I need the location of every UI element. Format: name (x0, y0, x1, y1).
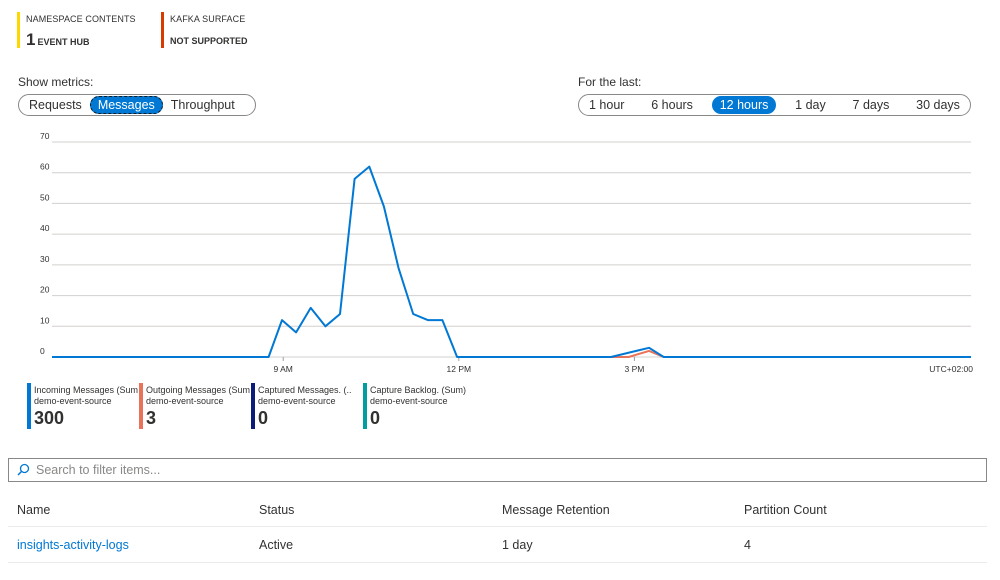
summary-title: KAFKA SURFACE (170, 14, 246, 24)
table-row[interactable]: insights-activity-logs Active 1 day 4 (8, 527, 987, 563)
summary-value-suffix: EVENT HUB (37, 37, 90, 47)
chart-y-tick-label: 0 (40, 346, 45, 356)
legend-series-total: 0 (370, 408, 381, 428)
chart-x-tick-label: 3 PM (625, 364, 645, 374)
time-option-1-hour[interactable]: 1 hour (581, 96, 632, 114)
chart-y-tick-label: 10 (40, 315, 50, 325)
event-hub-retention: 1 day (502, 537, 533, 552)
time-option-1-day[interactable]: 1 day (787, 96, 834, 114)
messages-line-chart: 0 10 20 30 40 50 60 70 9 AM 12 PM 3 PM UTC+02:00 (40, 131, 973, 374)
legend-color-bar (251, 383, 255, 429)
time-option-30-days[interactable]: 30 days (908, 96, 968, 114)
time-option-12-hours[interactable]: 12 hours (711, 96, 777, 114)
chart-x-tick-label: 9 AM (274, 364, 293, 374)
chart-y-tick-label: 50 (40, 192, 50, 202)
legend-series-source: demo-event-source (146, 396, 224, 406)
chart-timezone-label: UTC+02:00 (929, 364, 973, 374)
legend-series-total: 0 (258, 408, 269, 428)
legend-item-incoming[interactable]: Incoming Messages (Sum demo-event-source… (27, 383, 146, 429)
legend-series-total: 300 (34, 408, 65, 428)
chart-y-tick-label: 30 (40, 254, 50, 264)
legend-item-capture-backlog[interactable]: Capture Backlog. (Sum) demo-event-source… (363, 383, 482, 429)
summary-value-suffix: NOT SUPPORTED (170, 36, 248, 46)
legend-series-total: 3 (146, 408, 157, 428)
search-icon (17, 463, 30, 476)
time-option-6-hours[interactable]: 6 hours (643, 96, 701, 114)
chart-y-tick-label: 60 (40, 162, 50, 172)
summary-title: NAMESPACE CONTENTS (26, 14, 136, 24)
time-option-7-days[interactable]: 7 days (845, 96, 898, 114)
metric-option-requests[interactable]: Requests (21, 96, 90, 114)
legend-series-name: Capture Backlog. (Sum) (370, 385, 467, 395)
legend-color-bar (363, 383, 367, 429)
legend-series-source: demo-event-source (370, 396, 448, 406)
legend-series-source: demo-event-source (258, 396, 336, 406)
legend-series-source: demo-event-source (34, 396, 112, 406)
summary-value: 1 (26, 30, 36, 49)
legend-series-name: Incoming Messages (Sum (34, 385, 139, 395)
chart-x-tick-label: 12 PM (447, 364, 472, 374)
chart-series-line (52, 165, 971, 358)
column-header-message-retention[interactable]: Message Retention (493, 503, 735, 517)
chart-y-tick-label: 40 (40, 223, 50, 233)
show-metrics-label: Show metrics: (18, 75, 94, 89)
legend-series-name: Captured Messages. (.. (258, 385, 352, 395)
event-hub-status: Active (259, 537, 294, 552)
metric-option-throughput[interactable]: Throughput (163, 96, 243, 114)
legend-item-outgoing[interactable]: Outgoing Messages (Sum demo-event-source… (139, 383, 258, 429)
column-header-status[interactable]: Status (250, 503, 493, 517)
column-header-name[interactable]: Name (8, 503, 250, 517)
table-header-row: Name Status Message Retention Partition … (8, 494, 987, 527)
legend-color-bar (139, 383, 143, 429)
event-hub-name-link[interactable]: insights-activity-logs (8, 538, 250, 552)
search-box (8, 458, 987, 482)
summary-tile-namespace-contents: NAMESPACE CONTENTS 1 EVENT HUB (17, 12, 136, 51)
time-range-selector: 1 hour 6 hours 12 hours 1 day 7 days 30 … (578, 94, 971, 116)
metric-option-messages[interactable]: Messages (89, 96, 163, 114)
legend-item-captured[interactable]: Captured Messages. (.. demo-event-source… (251, 383, 370, 429)
event-hub-partition-count: 4 (744, 537, 751, 552)
chart-y-tick-label: 20 (40, 285, 50, 295)
metrics-selector: Requests Messages Throughput (18, 94, 256, 116)
time-range-label: For the last: (578, 75, 642, 89)
summary-color-bar (17, 12, 20, 48)
legend-color-bar (27, 383, 31, 429)
search-input[interactable] (32, 460, 986, 480)
chart-y-tick-label: 70 (40, 131, 50, 141)
summary-color-bar (161, 12, 164, 48)
summary-tile-kafka-surface: KAFKA SURFACE NOT SUPPORTED (161, 12, 248, 50)
column-header-partition-count[interactable]: Partition Count (735, 503, 987, 517)
event-hubs-table: Name Status Message Retention Partition … (8, 494, 987, 563)
legend-series-name: Outgoing Messages (Sum (146, 385, 251, 395)
